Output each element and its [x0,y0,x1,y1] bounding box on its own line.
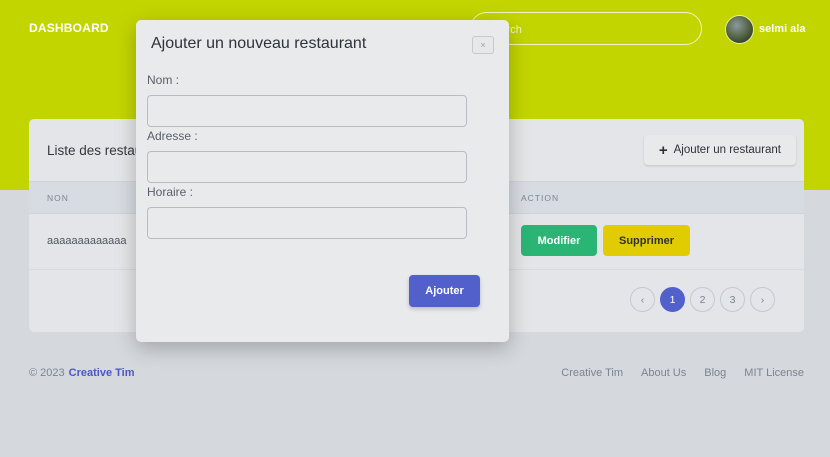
page-3-button[interactable]: 3 [720,287,745,312]
column-header-name[interactable]: NON [47,193,69,203]
plus-icon: + [658,141,668,159]
name-field[interactable] [147,95,467,127]
column-header-action[interactable]: ACTION [521,193,559,203]
search-input[interactable] [485,20,689,40]
hours-label: Horaire : [147,185,194,199]
user-menu[interactable]: selmi ala [726,15,805,43]
user-name[interactable]: selmi ala [759,23,805,35]
dashboard-brand[interactable]: DASHBOARD [29,21,109,35]
copyright-text: © 2023 [29,367,65,379]
add-restaurant-button[interactable]: + Ajouter un restaurant [643,135,796,165]
footer-link-license[interactable]: MIT License [744,367,804,379]
footer-link-creative-tim[interactable]: Creative Tim [561,367,623,379]
address-label: Adresse : [147,129,198,143]
add-restaurant-modal: Ajouter un nouveau restaurant × Nom : Ad… [136,20,509,342]
address-field[interactable] [147,151,467,183]
modify-button[interactable]: Modifier [521,225,597,256]
footer-link-about-us[interactable]: About Us [641,367,686,379]
modal-title: Ajouter un nouveau restaurant [151,35,367,52]
close-icon[interactable]: × [472,36,494,54]
footer-brand-link[interactable]: Creative Tim [69,367,135,379]
restaurant-name-cell: aaaaaaaaaaaaa [47,235,127,247]
pagination: ‹ 1 2 3 › [630,287,775,312]
name-label: Nom : [147,73,180,87]
page-1-button[interactable]: 1 [660,287,685,312]
submit-button[interactable]: Ajouter [409,275,480,307]
hours-field[interactable] [147,207,467,239]
footer-link-blog[interactable]: Blog [704,367,726,379]
page-2-button[interactable]: 2 [690,287,715,312]
avatar[interactable] [726,15,753,43]
delete-button[interactable]: Supprimer [603,225,690,256]
add-restaurant-label: Ajouter un restaurant [673,144,781,156]
footer-links: Creative Tim About Us Blog MIT License [561,367,804,379]
previous-page-icon[interactable]: ‹ [630,287,655,312]
footer-copyright: © 2023 Creative Tim [29,367,134,379]
next-page-icon[interactable]: › [750,287,775,312]
